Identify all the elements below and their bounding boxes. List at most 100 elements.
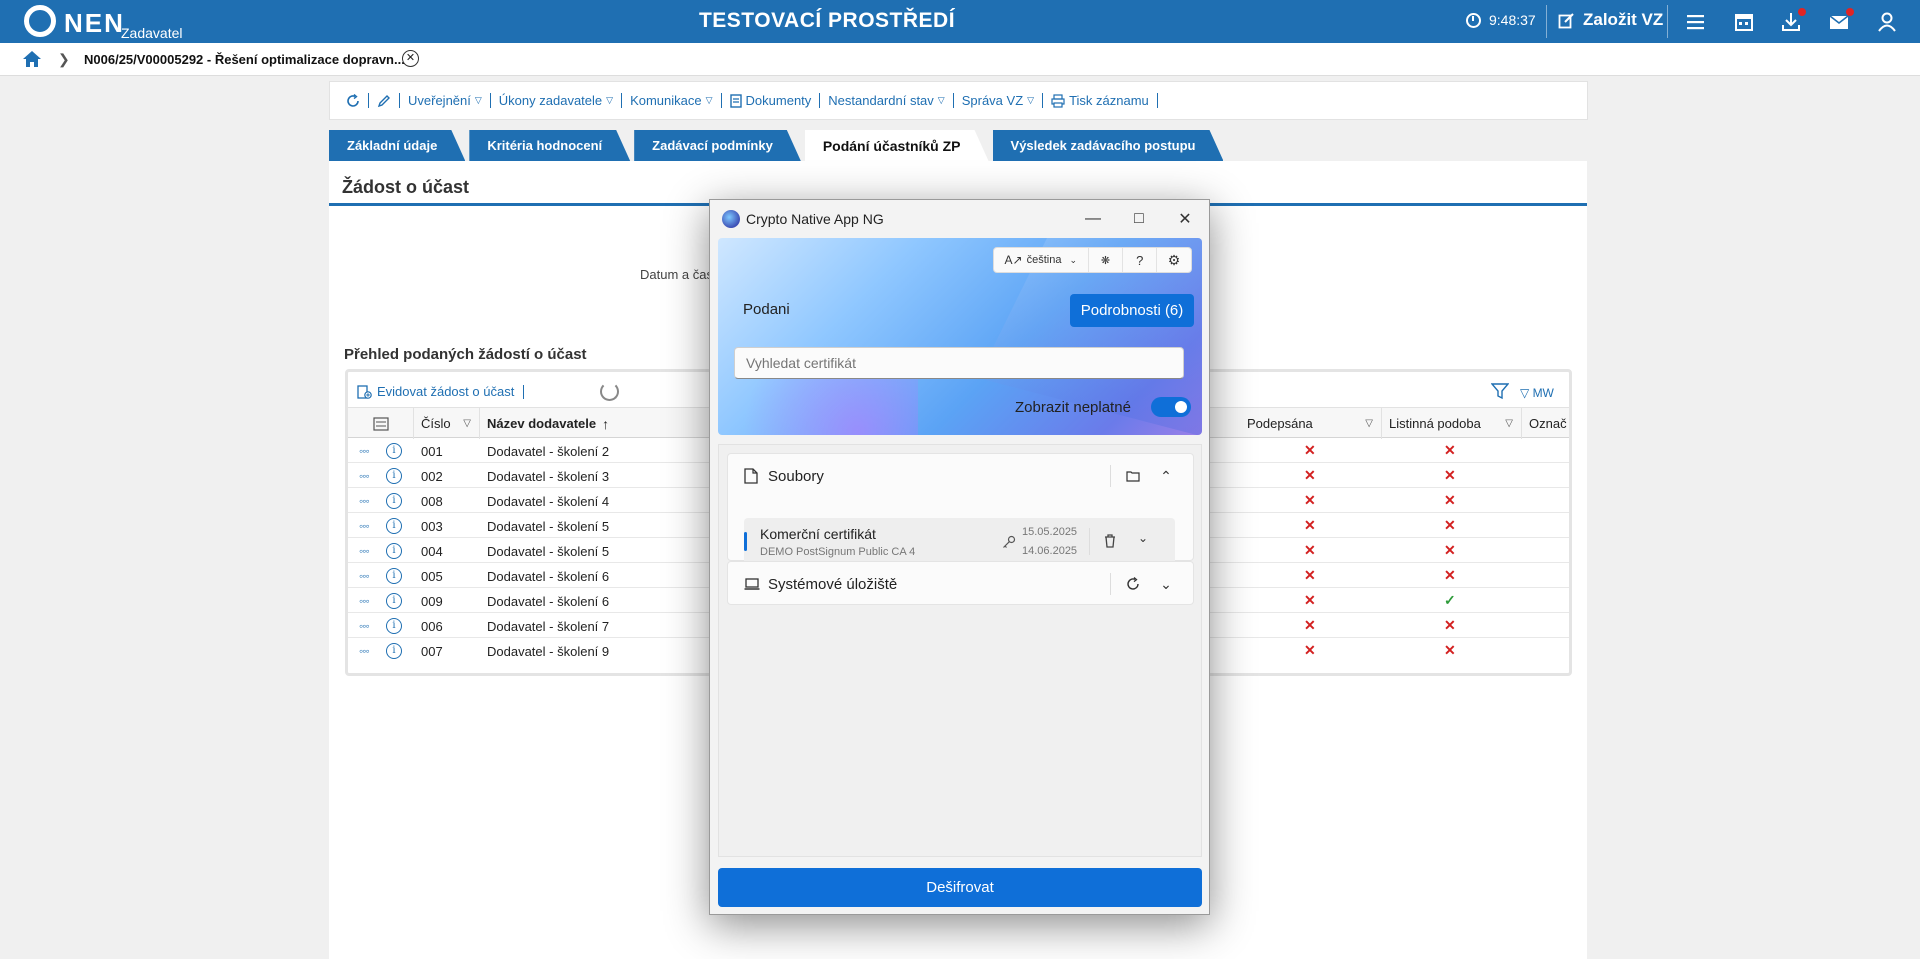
- system-store-label: Systémové úložiště: [768, 576, 898, 593]
- close-icon[interactable]: ✕: [402, 50, 419, 67]
- more-options-icon[interactable]: ◦◦◦: [359, 544, 370, 558]
- tab-zakladni-udaje[interactable]: Základní údaje: [329, 130, 465, 161]
- refresh-icon[interactable]: [1120, 571, 1146, 597]
- info-icon[interactable]: i: [386, 568, 402, 584]
- menu-nestandardni-stav[interactable]: Nestandardní stav ▽: [820, 93, 954, 108]
- language-select[interactable]: A↗ čeština ⌄: [994, 248, 1089, 272]
- column-header-listinna[interactable]: Listinná podoba ▽: [1382, 408, 1522, 439]
- info-icon[interactable]: i: [386, 468, 402, 484]
- cross-icon: ✕: [1444, 517, 1456, 533]
- cross-icon: ✕: [1444, 492, 1456, 508]
- menu-icon[interactable]: [1685, 11, 1707, 33]
- info-icon[interactable]: i: [386, 643, 402, 659]
- language-value: čeština: [1026, 254, 1062, 266]
- menu-dokumenty[interactable]: Dokumenty: [722, 93, 821, 108]
- edit-button[interactable]: [369, 93, 400, 108]
- create-vz-button[interactable]: Založit VZ: [1558, 10, 1663, 30]
- decrypt-button[interactable]: Dešifrovat: [718, 868, 1202, 907]
- close-icon[interactable]: ✕: [1162, 204, 1208, 234]
- info-icon[interactable]: i: [386, 443, 402, 459]
- more-options-icon[interactable]: ◦◦◦: [359, 494, 370, 508]
- filter-icon[interactable]: [1491, 382, 1509, 400]
- column-header-oznac[interactable]: Označ: [1522, 408, 1569, 439]
- key-icon: [1002, 535, 1016, 552]
- tab-zadavaci-podminky[interactable]: Zadávací podmínky: [634, 130, 801, 161]
- notification-badge: [1798, 8, 1806, 16]
- environment-title: TESTOVACÍ PROSTŘEDÍ: [698, 9, 956, 32]
- action-toolbar: Uveřejnění ▽ Úkony zadavatele ▽ Komunikace…: [329, 81, 1588, 120]
- more-options-icon[interactable]: ◦◦◦: [359, 594, 370, 608]
- more-options-icon[interactable]: ◦◦◦: [359, 569, 370, 583]
- cross-icon: ✕: [1444, 642, 1456, 658]
- printer-icon: [1051, 93, 1065, 108]
- maximize-icon[interactable]: □: [1116, 204, 1162, 234]
- dialog-toolbar: A↗ čeština ⌄ ❋ ? ⚙: [993, 247, 1192, 273]
- menu-ukony-zadavatele[interactable]: Úkony zadavatele ▽: [491, 93, 623, 108]
- mw-toggle[interactable]: ▽ MW: [1520, 386, 1554, 400]
- system-store-panel-header[interactable]: Systémové úložiště ⌄: [728, 562, 1193, 606]
- home-icon[interactable]: [22, 50, 42, 68]
- chevron-down-icon[interactable]: ⌄: [1134, 531, 1152, 549]
- cell-cislo: 007: [421, 644, 443, 659]
- more-options-icon[interactable]: ◦◦◦: [359, 469, 370, 483]
- filter-arrow-icon[interactable]: ▽: [1505, 418, 1513, 429]
- mw-label: MW: [1532, 386, 1554, 400]
- chevron-down-icon[interactable]: ⌄: [1153, 571, 1179, 597]
- datum-label: Datum a čas: [640, 267, 713, 282]
- minimize-icon[interactable]: —: [1070, 204, 1116, 234]
- certificate-search-input[interactable]: [734, 347, 1184, 379]
- tab-kriteria-hodnoceni[interactable]: Kritéria hodnocení: [469, 130, 630, 161]
- mail-icon[interactable]: [1828, 8, 1854, 33]
- info-icon[interactable]: i: [386, 618, 402, 634]
- tab-vysledek[interactable]: Výsledek zadávacího postupu: [993, 130, 1224, 161]
- system-store-panel: Systémové úložiště ⌄: [727, 561, 1194, 605]
- breadcrumb-item[interactable]: N006/25/V00005292 - Řešení optimalizace …: [84, 52, 405, 67]
- details-button[interactable]: Podrobnosti (6): [1070, 294, 1194, 327]
- filter-arrow-icon[interactable]: ▽: [1365, 418, 1373, 429]
- tab-bar: Základní údaje Kritéria hodnocení Zadáva…: [329, 130, 1227, 161]
- chevron-up-icon[interactable]: ⌃: [1153, 463, 1179, 489]
- cross-icon: ✕: [1444, 442, 1456, 458]
- window-titlebar[interactable]: Crypto Native App NG — □ ✕: [710, 200, 1209, 238]
- tab-podani-ucastniku[interactable]: Podání účastníků ZP: [805, 130, 989, 161]
- check-icon: ✓: [1444, 592, 1456, 608]
- settings-icon[interactable]: ⚙: [1157, 248, 1191, 272]
- cross-icon: ✕: [1304, 442, 1316, 458]
- info-icon[interactable]: i: [386, 518, 402, 534]
- info-icon[interactable]: i: [386, 593, 402, 609]
- calendar-icon[interactable]: [1733, 11, 1755, 33]
- column-header-podepsana[interactable]: Podepsána ▽: [1240, 408, 1382, 439]
- menu-label: Úkony zadavatele: [498, 93, 603, 108]
- menu-label: Nestandardní stav: [828, 93, 934, 108]
- menu-sprava-vz[interactable]: Správa VZ ▽: [954, 93, 1044, 108]
- menu-label: Dokumenty: [745, 93, 812, 108]
- column-settings-icon[interactable]: [348, 408, 414, 439]
- more-options-icon[interactable]: ◦◦◦: [359, 444, 370, 458]
- refresh-button[interactable]: [338, 93, 369, 108]
- bug-icon[interactable]: ❋: [1089, 248, 1124, 272]
- section-title: Žádost o účast: [342, 177, 470, 197]
- menu-tisk-zaznamu[interactable]: Tisk záznamu: [1043, 93, 1158, 108]
- more-options-icon[interactable]: ◦◦◦: [359, 619, 370, 633]
- filter-arrow-icon[interactable]: ▽: [463, 418, 471, 429]
- menu-komunikace[interactable]: Komunikace ▽: [622, 93, 722, 108]
- show-invalid-toggle[interactable]: [1151, 397, 1191, 417]
- download-icon[interactable]: [1780, 8, 1806, 33]
- more-options-icon[interactable]: ◦◦◦: [359, 644, 370, 658]
- trash-icon[interactable]: [1101, 532, 1119, 550]
- more-options-icon[interactable]: ◦◦◦: [359, 519, 370, 533]
- evidovat-button[interactable]: Evidovat žádost o účast: [357, 384, 525, 399]
- user-icon[interactable]: [1876, 11, 1898, 33]
- files-panel-header[interactable]: Soubory ⌃: [728, 454, 1193, 498]
- help-icon[interactable]: ?: [1123, 248, 1158, 272]
- menu-uverejneni[interactable]: Uveřejnění ▽: [400, 93, 491, 108]
- column-label: Číslo: [421, 416, 451, 431]
- info-icon[interactable]: i: [386, 543, 402, 559]
- session-clock: 9:48:37: [1466, 12, 1536, 28]
- open-folder-icon[interactable]: [1120, 463, 1146, 489]
- column-header-cislo[interactable]: Číslo ▽: [414, 408, 480, 439]
- menu-label: Uveřejnění: [408, 93, 471, 108]
- menu-label: Tisk záznamu: [1069, 93, 1149, 108]
- info-icon[interactable]: i: [386, 493, 402, 509]
- certificate-item[interactable]: Komerční certifikát DEMO PostSignum Publ…: [744, 518, 1175, 565]
